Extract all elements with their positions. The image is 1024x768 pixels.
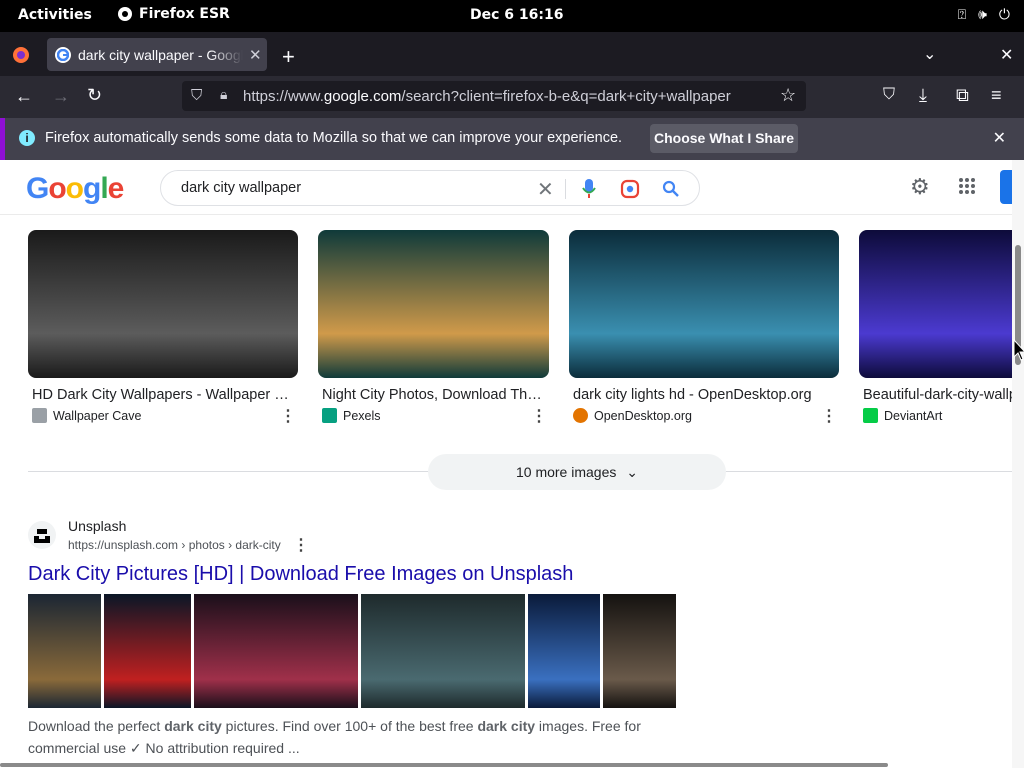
result-title-link[interactable]: Dark City Pictures [HD] | Download Free … (28, 563, 573, 586)
more-options-icon[interactable]: ⋮ (531, 406, 547, 426)
image-source[interactable]: DeviantArt (863, 408, 942, 423)
url-text[interactable]: https://www.google.com/search?client=fir… (243, 88, 731, 105)
google-apps-icon[interactable] (958, 177, 976, 195)
clear-search-icon[interactable]: ✕ (537, 177, 554, 202)
result-thumbnail-5[interactable] (528, 594, 600, 708)
extensions-icon[interactable]: ⧉ (956, 85, 969, 106)
chevron-down-icon: ⌄ (626, 464, 638, 480)
image-thumbnail[interactable] (318, 230, 549, 378)
result-site-url[interactable]: https://unsplash.com › photos › dark-cit… (68, 538, 281, 552)
pocket-icon[interactable]: ⛉ (883, 86, 895, 104)
lens-search-icon[interactable] (620, 179, 640, 199)
image-caption[interactable]: Night City Photos, Download The BEST Fre… (322, 387, 544, 403)
result-more-options-icon[interactable]: ⋮ (293, 535, 309, 555)
image-source[interactable]: OpenDesktop.org (573, 408, 692, 423)
settings-gear-icon[interactable]: ⚙ (910, 174, 930, 200)
source-favicon-icon (32, 408, 47, 423)
source-favicon-icon (573, 408, 588, 423)
image-caption[interactable]: Beautiful-dark-city-wallpaper (863, 387, 1012, 403)
search-box-divider (565, 179, 566, 199)
result-snippet: Download the perfect dark city pictures.… (28, 718, 641, 756)
lock-icon[interactable]: 🔒︎ (220, 86, 227, 103)
notification-bar: i Firefox automatically sends some data … (0, 118, 1024, 160)
firefox-app-icon (118, 7, 132, 21)
image-thumbnail[interactable] (28, 230, 298, 378)
new-tab-icon[interactable]: + (282, 44, 295, 70)
firefox-view-icon[interactable] (12, 46, 30, 64)
image-source[interactable]: Pexels (322, 408, 381, 423)
search-input[interactable]: dark city wallpaper (181, 180, 301, 196)
accessibility-icon: ⍰ (957, 7, 967, 23)
url-bar[interactable]: ⛉ 🔒︎ https://www.google.com/search?clien… (182, 81, 806, 111)
power-icon: ⏻ (998, 7, 1010, 23)
source-favicon-icon (863, 408, 878, 423)
mouse-cursor-icon (1013, 339, 1024, 361)
tracking-protection-icon[interactable]: ⛉ (191, 87, 202, 104)
reload-icon[interactable]: ↻ (87, 85, 102, 106)
image-card-4[interactable]: Beautiful-dark-city-wallpaper DeviantArt (859, 230, 1012, 430)
info-icon: i (19, 130, 35, 146)
notification-close-icon[interactable]: ✕ (993, 128, 1006, 148)
image-caption[interactable]: dark city lights hd - OpenDesktop.org (573, 387, 835, 403)
more-options-icon[interactable]: ⋮ (821, 406, 837, 426)
search-submit-icon[interactable] (662, 180, 680, 198)
unsplash-favicon-icon[interactable] (28, 521, 56, 549)
forward-icon[interactable]: → (52, 86, 70, 107)
horizontal-scrollbar-thumb[interactable] (0, 763, 888, 767)
image-source[interactable]: Wallpaper Cave (32, 408, 141, 423)
clock[interactable]: Dec 6 16:16 (470, 7, 563, 23)
google-favicon-icon (55, 46, 71, 63)
google-logo[interactable]: Google (26, 172, 124, 206)
downloads-icon[interactable]: ⤓ (919, 85, 927, 106)
tab-title: dark city wallpaper - Google Search (78, 46, 243, 63)
app-menu[interactable]: Firefox ESR (117, 6, 230, 22)
result-site-name[interactable]: Unsplash (68, 518, 126, 534)
back-icon[interactable]: ← (15, 86, 33, 107)
search-box[interactable]: dark city wallpaper ✕ (160, 170, 700, 206)
app-name: Firefox ESR (139, 6, 230, 22)
activities-button[interactable]: Activities (18, 7, 92, 23)
result-thumbnail-4[interactable] (361, 594, 525, 708)
volume-icon: 🕪 (978, 7, 987, 23)
source-favicon-icon (322, 408, 337, 423)
result-thumbnail-2[interactable] (104, 594, 191, 708)
choose-what-i-share-button[interactable]: Choose What I Share (650, 124, 798, 153)
system-tray[interactable]: ⍰ 🕪 ⏻ (958, 7, 1010, 23)
tab-close-icon[interactable]: ✕ (249, 46, 262, 64)
tab-active[interactable]: dark city wallpaper - Google Search ✕ (47, 38, 267, 71)
result-thumbnail-3[interactable] (194, 594, 358, 708)
sign-in-button[interactable] (1000, 170, 1012, 204)
result-thumbnail-6[interactable] (603, 594, 676, 708)
image-thumbnail[interactable] (859, 230, 1012, 378)
image-caption[interactable]: HD Dark City Wallpapers - Wallpaper Cave (32, 387, 292, 403)
more-images-button[interactable]: 10 more images ⌄ (428, 454, 726, 490)
system-top-bar: Activities Firefox ESR Dec 6 16:16 ⍰ 🕪 ⏻ (0, 0, 1024, 32)
menu-icon[interactable]: ≡ (991, 85, 1002, 106)
image-thumbnail[interactable] (569, 230, 839, 378)
bookmark-star-icon[interactable]: ☆ (780, 85, 796, 106)
notification-message: Firefox automatically sends some data to… (45, 130, 623, 146)
result-thumbnail-1[interactable] (28, 594, 101, 708)
window-close-icon[interactable]: ✕ (1000, 45, 1013, 65)
list-tabs-icon[interactable]: ⌄ (923, 44, 936, 64)
more-options-icon[interactable]: ⋮ (280, 406, 296, 426)
voice-search-icon[interactable] (582, 179, 596, 199)
